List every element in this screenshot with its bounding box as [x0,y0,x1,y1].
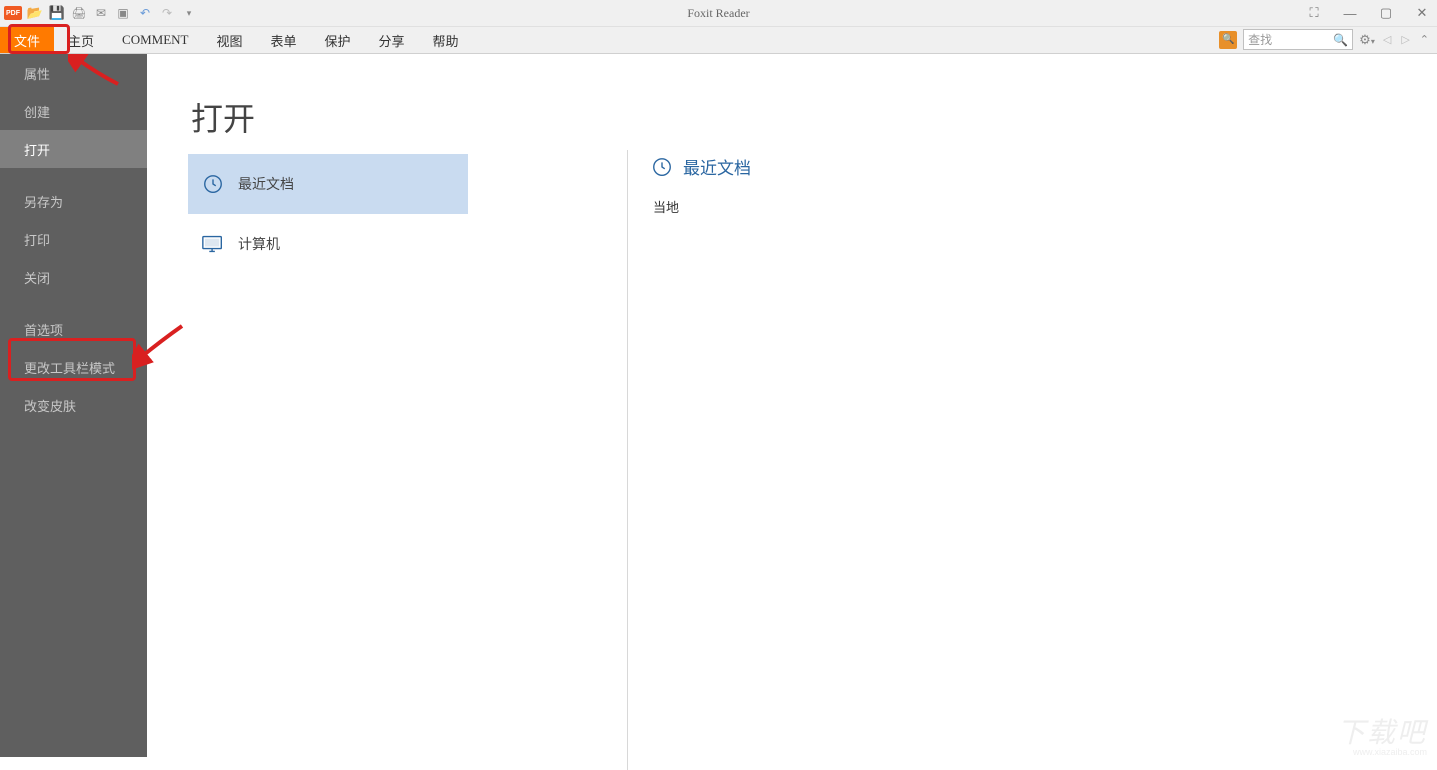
qat-save-icon[interactable]: 💾 [48,4,66,22]
tab-help[interactable]: 帮助 [419,27,473,53]
sidebar-item-change-skin[interactable]: 改变皮肤 [0,386,147,424]
watermark: 下载吧 [1337,711,1427,751]
settings-gear-icon[interactable]: ⚙▾ [1359,32,1375,48]
sidebar-item-print[interactable]: 打印 [0,220,147,258]
vertical-divider [627,150,628,770]
open-source-label: 计算机 [238,234,280,254]
find-icon[interactable]: 🔍 [1219,31,1237,49]
file-menu-sidebar: 属性 创建 打开 另存为 打印 关闭 首选项 更改工具栏模式 改变皮肤 [0,54,147,757]
recent-subtitle: 当地 [653,197,751,216]
qat-customize-icon[interactable]: ▾ [180,4,198,22]
clock-icon [651,156,673,178]
page-title: 打开 [191,94,255,140]
search-input[interactable]: 查找 🔍 [1243,29,1353,50]
qat-print-icon[interactable]: 🖨 [70,4,88,22]
sidebar-item-saveas[interactable]: 另存为 [0,182,147,220]
ribbon-tabs: 文件 主页 COMMENT 视图 表单 保护 分享 帮助 🔍 查找 🔍 ⚙▾ ◁… [0,27,1437,54]
recent-title: 最近文档 [683,154,751,179]
sidebar-item-preferences[interactable]: 首选项 [0,310,147,348]
minimize-icon[interactable]: — [1339,4,1361,22]
recent-panel: 最近文档 当地 [651,154,751,216]
sidebar-item-toolbar-mode[interactable]: 更改工具栏模式 [0,348,147,386]
main-panel: 打开 最近文档 计算机 最近文档 当地 下载吧 www.xiazaiba.com [147,54,1437,757]
recent-heading: 最近文档 [651,154,751,179]
nav-collapse-icon[interactable]: ⌃ [1418,33,1431,46]
sidebar-separator [0,168,147,182]
computer-icon [200,231,226,257]
open-source-computer[interactable]: 计算机 [188,214,468,274]
tab-protect[interactable]: 保护 [311,27,365,53]
sidebar-item-open[interactable]: 打开 [0,130,147,168]
nav-next-icon[interactable]: ▷ [1399,33,1411,46]
qat-pdf-icon: PDF [4,4,22,22]
clock-icon [200,171,226,197]
maximize-icon[interactable]: ▢ [1375,4,1397,22]
sidebar-item-properties[interactable]: 属性 [0,54,147,92]
sidebar-separator [0,296,147,310]
tab-file[interactable]: 文件 [0,27,54,53]
tab-form[interactable]: 表单 [257,27,311,53]
open-source-recent[interactable]: 最近文档 [188,154,468,214]
tab-share[interactable]: 分享 [365,27,419,53]
sidebar-item-close[interactable]: 关闭 [0,258,147,296]
sidebar-item-create[interactable]: 创建 [0,92,147,130]
tab-home[interactable]: 主页 [54,27,108,53]
qat-redo-icon[interactable]: ↷ [158,4,176,22]
restore-window-icon[interactable]: ⛶ [1303,4,1325,22]
open-source-list: 最近文档 计算机 [188,154,468,274]
search-submit-icon[interactable]: 🔍 [1333,33,1348,47]
qat-snapshot-icon[interactable]: ▣ [114,4,132,22]
search-placeholder: 查找 [1248,31,1272,48]
tab-comment[interactable]: COMMENT [108,27,202,53]
open-source-label: 最近文档 [238,174,294,194]
close-icon[interactable]: ✕ [1411,4,1433,22]
qat-open-icon[interactable]: 📂 [26,4,44,22]
app-title: Foxit Reader [687,6,749,21]
tab-view[interactable]: 视图 [202,27,256,53]
nav-prev-icon[interactable]: ◁ [1381,33,1393,46]
qat-mail-icon[interactable]: ✉ [92,4,110,22]
qat-undo-icon[interactable]: ↶ [136,4,154,22]
